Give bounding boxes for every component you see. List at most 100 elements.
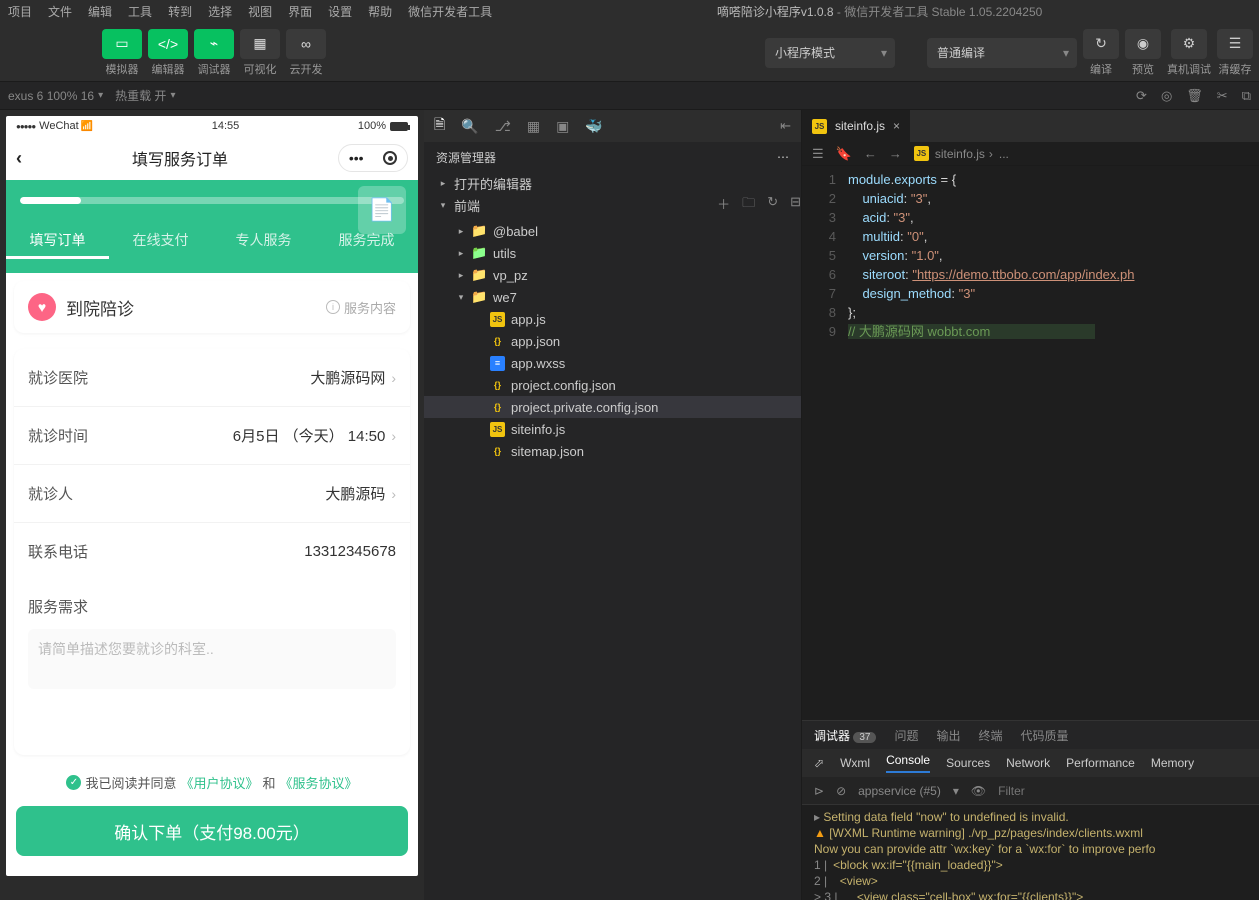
- crumb-menu-icon[interactable]: ☰: [812, 146, 824, 162]
- tree-file[interactable]: siteinfo.js: [424, 418, 801, 440]
- tree-folder[interactable]: ▸vp_pz: [424, 264, 801, 286]
- menu-help[interactable]: 帮助: [360, 3, 400, 20]
- record-icon[interactable]: ◎: [1161, 88, 1172, 104]
- editor-button[interactable]: </>: [148, 29, 188, 59]
- devtab-console[interactable]: Console: [886, 753, 930, 773]
- mode-select[interactable]: 小程序模式: [765, 38, 895, 68]
- dbg-tab-quality[interactable]: 代码质量: [1021, 727, 1069, 744]
- devtab-performance[interactable]: Performance: [1066, 756, 1135, 770]
- detach-icon[interactable]: ⧉: [1242, 88, 1251, 104]
- console-output[interactable]: Setting data field "now" to undefined is…: [802, 805, 1259, 900]
- check-icon[interactable]: ✓: [66, 775, 81, 790]
- menu-file[interactable]: 文件: [40, 3, 80, 20]
- crumb-forward-icon[interactable]: →: [889, 146, 902, 161]
- root-folder[interactable]: ▾前端 ＋🗀↻⊟: [424, 194, 801, 216]
- tab-docker-icon[interactable]: 🐳: [585, 118, 602, 135]
- devtab-network[interactable]: Network: [1006, 756, 1050, 770]
- collapse-icon[interactable]: ⊟: [790, 194, 801, 216]
- preview-button[interactable]: ◉: [1125, 29, 1161, 59]
- menu-goto[interactable]: 转到: [160, 3, 200, 20]
- step-3[interactable]: 专人服务: [212, 224, 315, 259]
- tree-file[interactable]: app.js: [424, 308, 801, 330]
- tree-folder[interactable]: ▸@babel: [424, 220, 801, 242]
- tree-file[interactable]: sitemap.json: [424, 440, 801, 462]
- new-folder-icon[interactable]: 🗀: [742, 194, 755, 216]
- user-agreement-link[interactable]: 《用户协议》: [180, 773, 258, 792]
- menu-wxdev[interactable]: 微信开发者工具: [400, 3, 500, 20]
- tree-file[interactable]: app.json: [424, 330, 801, 352]
- rotate-icon[interactable]: ⟳: [1136, 88, 1147, 104]
- code-area[interactable]: module.exports = { uniacid: "3", acid: "…: [848, 166, 1134, 720]
- step-4[interactable]: 服务完成: [315, 224, 418, 259]
- tab-component-icon[interactable]: ▣: [556, 118, 569, 135]
- sidebar-collapse-icon[interactable]: ⇤: [780, 118, 791, 134]
- chevron-right-icon: ›: [391, 428, 396, 444]
- step-2[interactable]: 在线支付: [109, 224, 212, 259]
- refresh-icon[interactable]: ↻: [767, 194, 778, 216]
- hot-reload-select[interactable]: 热重载 开: [115, 87, 175, 104]
- play-icon[interactable]: ⊳: [814, 784, 824, 798]
- open-editors-section[interactable]: ▸打开的编辑器: [424, 172, 801, 194]
- compile-mode-select[interactable]: 普通编译: [927, 38, 1077, 68]
- devtab-sources[interactable]: Sources: [946, 756, 990, 770]
- service-content-link[interactable]: i服务内容: [326, 298, 396, 317]
- devtab-wxml[interactable]: Wxml: [840, 756, 870, 770]
- tab-branch-icon[interactable]: ⎇: [495, 118, 511, 135]
- tree-file[interactable]: project.private.config.json: [424, 396, 801, 418]
- menu-edit[interactable]: 编辑: [80, 3, 120, 20]
- menu-view[interactable]: 视图: [240, 3, 280, 20]
- explorer-menu-icon[interactable]: ⋯: [777, 150, 789, 164]
- editor-tab-siteinfo[interactable]: siteinfo.js ×: [802, 110, 910, 142]
- simulator-button[interactable]: ▭: [102, 29, 142, 59]
- form-field[interactable]: 就诊医院大鹏源码网›: [14, 349, 410, 406]
- dbg-tab-terminal[interactable]: 终端: [979, 727, 1003, 744]
- cut-icon[interactable]: ✂: [1217, 88, 1228, 104]
- service-agreement-link[interactable]: 《服务协议》: [280, 773, 358, 792]
- tree-file[interactable]: app.wxss: [424, 352, 801, 374]
- capsule[interactable]: •••: [338, 144, 408, 172]
- scope-select[interactable]: appservice (#5): [858, 784, 941, 798]
- visual-button[interactable]: ▦: [240, 29, 280, 59]
- menu-ui[interactable]: 界面: [280, 3, 320, 20]
- tab-ext-icon[interactable]: ▦: [527, 118, 540, 135]
- agreement-row[interactable]: ✓ 我已阅读并同意 《用户协议》 和 《服务协议》: [6, 773, 418, 792]
- more-icon[interactable]: •••: [349, 150, 364, 166]
- mute-icon[interactable]: 🗑: [1186, 88, 1203, 104]
- new-file-icon[interactable]: ＋: [717, 194, 730, 216]
- submit-button[interactable]: 确认下单（支付98.00元）: [16, 806, 408, 856]
- crumb-back-icon[interactable]: ←: [864, 146, 877, 161]
- menu-project[interactable]: 项目: [0, 3, 40, 20]
- compile-button[interactable]: ↻: [1083, 29, 1119, 59]
- inspect-icon[interactable]: ⬀: [814, 756, 824, 770]
- tree-folder[interactable]: ▾we7: [424, 286, 801, 308]
- device-select[interactable]: exus 6 100% 16: [8, 89, 103, 103]
- dbg-tab-problems[interactable]: 问题: [894, 727, 918, 744]
- cloud-button[interactable]: ∞: [286, 29, 326, 59]
- dbg-tab-debugger[interactable]: 调试器 37: [814, 727, 876, 744]
- dbg-tab-output[interactable]: 输出: [937, 727, 961, 744]
- menu-select[interactable]: 选择: [200, 3, 240, 20]
- form-field[interactable]: 就诊时间6月5日 （今天） 14:50›: [14, 406, 410, 464]
- tree-file[interactable]: project.config.json: [424, 374, 801, 396]
- tree-folder[interactable]: ▸utils: [424, 242, 801, 264]
- form-field[interactable]: 就诊人大鹏源码›: [14, 464, 410, 522]
- close-miniprogram-icon[interactable]: [383, 151, 397, 165]
- close-tab-icon[interactable]: ×: [893, 119, 900, 133]
- explorer-panel: 🗎 🔍 ⎇ ▦ ▣ 🐳 ⇤ 资源管理器 ⋯ ▸打开的编辑器 ▾前端 ＋🗀↻⊟ ▸…: [424, 110, 802, 900]
- step-1[interactable]: 填写订单: [6, 224, 109, 259]
- debugger-panel: 调试器 37 问题 输出 终端 代码质量 ⬀ Wxml Console Sour…: [802, 720, 1259, 900]
- filter-input[interactable]: [998, 784, 1247, 798]
- eye-icon[interactable]: 👁: [971, 784, 986, 798]
- requirements-textarea[interactable]: 请简单描述您要就诊的科室..: [28, 629, 396, 689]
- remote-debug-button[interactable]: ⚙: [1171, 29, 1207, 59]
- menu-settings[interactable]: 设置: [320, 3, 360, 20]
- debugger-button[interactable]: ⌁: [194, 29, 234, 59]
- clear-console-icon[interactable]: ⊘: [836, 784, 846, 798]
- tab-files-icon[interactable]: 🗎: [434, 114, 445, 138]
- tab-search-icon[interactable]: 🔍: [461, 118, 478, 135]
- form-field[interactable]: 联系电话13312345678: [14, 522, 410, 580]
- clear-cache-button[interactable]: ☰: [1217, 29, 1253, 59]
- devtab-memory[interactable]: Memory: [1151, 756, 1194, 770]
- menu-tool[interactable]: 工具: [120, 3, 160, 20]
- crumb-bookmark-icon[interactable]: 🔖: [836, 146, 852, 162]
